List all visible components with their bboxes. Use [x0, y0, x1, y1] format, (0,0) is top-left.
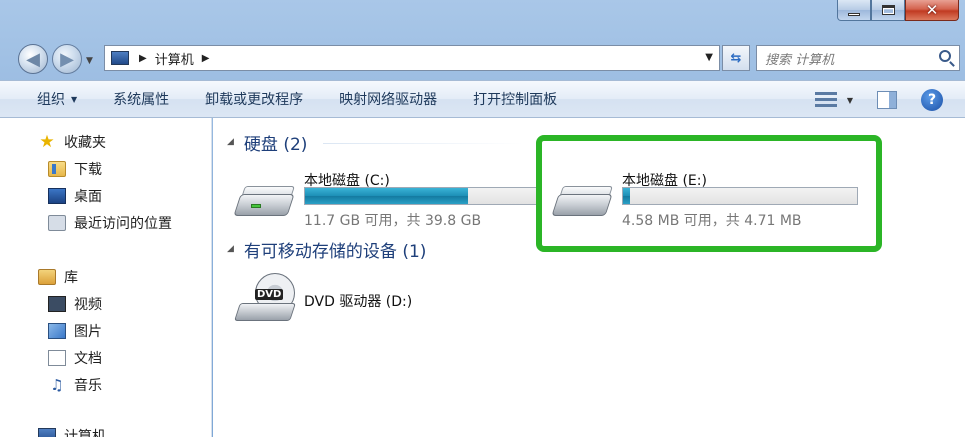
sidebar-item-libraries[interactable]: 库	[38, 265, 78, 289]
help-icon[interactable]: ?	[921, 89, 943, 111]
sidebar-item-label: 桌面	[74, 189, 102, 205]
drive-d-name: DVD 驱动器 (D:)	[304, 294, 413, 310]
address-bar[interactable]: ▶ 计算机 ▶ ▼	[104, 45, 720, 71]
recent-places-icon	[48, 215, 66, 231]
highlight-box	[536, 135, 882, 252]
picture-library-icon	[48, 323, 66, 339]
organize-label: 组织	[37, 92, 65, 108]
drive-c-usage-fill	[305, 188, 469, 204]
sidebar-item-desktop[interactable]: 桌面	[48, 184, 102, 208]
sidebar-item-label: 下载	[74, 162, 102, 178]
open-control-panel-button[interactable]: 打开控制面板	[455, 81, 575, 117]
group-header-label: 硬盘 (2)	[243, 134, 308, 155]
drive-c-size: 11.7 GB 可用，共 39.8 GB	[304, 213, 482, 229]
view-dropdown-icon[interactable]: ▼	[847, 96, 853, 105]
sidebar-item-documents[interactable]: 文档	[48, 346, 102, 370]
collapse-triangle-icon[interactable]: ◢	[227, 137, 234, 147]
drive-c-usage-bar	[304, 187, 537, 205]
group-header-removable[interactable]: ◢ 有可移动存储的设备 (1)	[227, 238, 427, 262]
toolbar-right: ▼ ?	[814, 81, 965, 119]
star-icon: ★	[39, 132, 55, 152]
library-icon	[38, 269, 56, 285]
refresh-button[interactable]: ⇆	[722, 45, 750, 71]
video-library-icon	[48, 296, 66, 312]
sidebar-item-label: 视频	[74, 297, 102, 313]
document-library-icon	[48, 350, 66, 366]
forward-button[interactable]: ▶	[52, 44, 82, 74]
caption-buttons: ✕	[837, 0, 959, 30]
file-list-pane: ◢ 硬盘 (2) 本地磁盘 (C:) 11.7 GB 可用，共 39.8 GB …	[213, 118, 965, 437]
maximize-icon	[881, 5, 895, 15]
map-network-drive-button[interactable]: 映射网络驱动器	[321, 81, 455, 117]
sidebar-item-label: 库	[64, 270, 78, 286]
minimize-icon	[848, 12, 860, 16]
breadcrumb-computer[interactable]: 计算机	[155, 49, 194, 68]
search-icon[interactable]	[939, 50, 951, 62]
downloads-folder-icon	[48, 161, 66, 177]
sidebar-item-downloads[interactable]: 下载	[48, 157, 102, 181]
collapse-triangle-icon[interactable]: ◢	[227, 244, 234, 254]
desktop-icon	[48, 188, 66, 204]
breadcrumb-chevron-icon[interactable]: ▶	[202, 53, 210, 64]
sidebar-item-label: 最近访问的位置	[74, 216, 172, 232]
sidebar-item-music[interactable]: ♫ 音乐	[48, 373, 102, 397]
preview-pane-icon[interactable]	[877, 91, 897, 109]
sidebar-item-computer[interactable]: 计算机	[38, 424, 106, 437]
close-button[interactable]: ✕	[905, 0, 959, 21]
group-header-hard-disks[interactable]: ◢ 硬盘 (2)	[227, 131, 308, 155]
command-toolbar: 组织 ▼ 系统属性 卸载或更改程序 映射网络驱动器 打开控制面板 ▼ ?	[0, 80, 965, 118]
arrow-right-icon: ▶	[60, 48, 74, 70]
sidebar-item-pictures[interactable]: 图片	[48, 319, 102, 343]
sidebar-item-label: 计算机	[64, 429, 106, 437]
system-properties-button[interactable]: 系统属性	[95, 81, 187, 117]
sidebar-item-label: 音乐	[74, 378, 102, 394]
computer-icon	[38, 428, 56, 437]
minimize-button[interactable]	[837, 0, 871, 21]
search-input[interactable]: 搜索 计算机	[756, 45, 960, 71]
uninstall-program-button[interactable]: 卸载或更改程序	[187, 81, 321, 117]
view-options-icon[interactable]	[814, 91, 837, 109]
organize-button[interactable]: 组织 ▼	[0, 81, 95, 117]
maximize-button[interactable]	[871, 0, 905, 21]
sidebar-item-label: 图片	[74, 324, 102, 340]
hard-disk-icon	[233, 182, 295, 224]
recent-pages-dropdown[interactable]: ▼	[86, 56, 93, 66]
chevron-down-icon: ▼	[71, 94, 78, 104]
breadcrumb-separator-icon[interactable]: ▶	[139, 53, 147, 64]
sidebar-item-label: 文档	[74, 351, 102, 367]
computer-icon	[111, 51, 129, 65]
sidebar-item-label: 收藏夹	[64, 135, 106, 151]
address-dropdown-icon[interactable]: ▼	[705, 52, 713, 63]
sidebar-item-favorites[interactable]: ★ 收藏夹	[38, 130, 106, 154]
navigation-pane: ★ 收藏夹 下载 桌面 最近访问的位置 库 视频 图片 文档 ♫ 音乐 计算机	[0, 118, 212, 437]
arrow-left-icon: ◀	[26, 48, 40, 70]
music-note-icon: ♫	[50, 376, 64, 394]
dvd-label: DVD	[255, 289, 284, 300]
dvd-drive-icon: DVD	[234, 273, 296, 321]
group-header-label: 有可移动存储的设备 (1)	[243, 241, 427, 262]
drive-c[interactable]: 本地磁盘 (C:) 11.7 GB 可用，共 39.8 GB	[233, 170, 537, 230]
drive-d[interactable]: DVD DVD 驱动器 (D:)	[234, 273, 497, 329]
sidebar-item-videos[interactable]: 视频	[48, 292, 102, 316]
search-placeholder: 搜索 计算机	[765, 52, 835, 68]
sidebar-item-recent-places[interactable]: 最近访问的位置	[48, 211, 172, 235]
refresh-icon: ⇆	[730, 50, 742, 66]
group-header-divider	[323, 143, 523, 165]
close-icon: ✕	[925, 0, 939, 19]
back-button[interactable]: ◀	[18, 44, 48, 74]
